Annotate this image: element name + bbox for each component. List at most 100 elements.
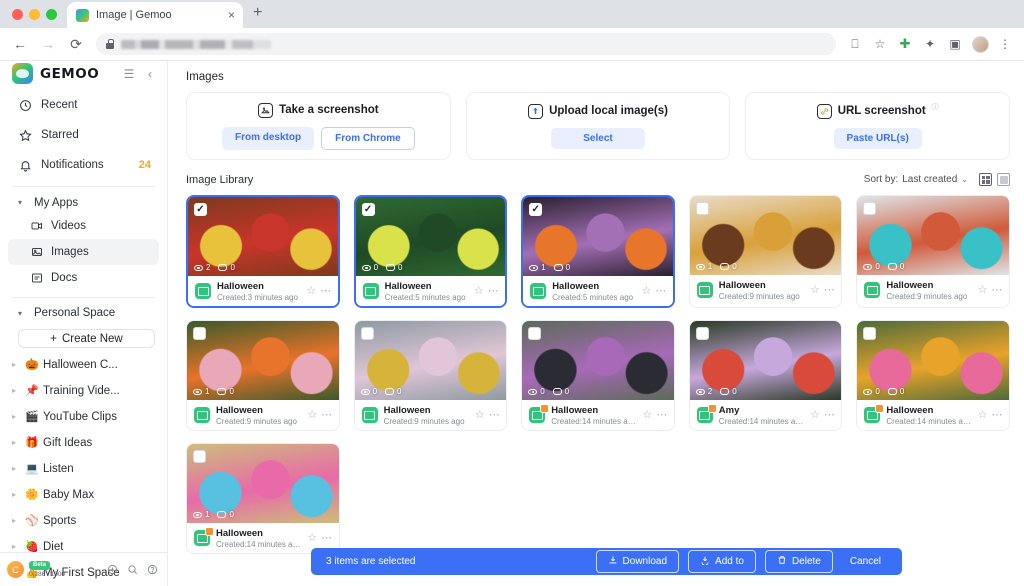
chrome-menu-icon[interactable]: ⋮: [994, 33, 1016, 55]
more-options-icon[interactable]: ⋯: [489, 409, 501, 421]
image-card[interactable]: 1 0 Halloween Created:9 minutes ago ☆ ⋯: [688, 195, 843, 308]
close-window-button[interactable]: [12, 9, 23, 20]
image-card[interactable]: 0 0 Halloween Created:14 minutes ago ☆ ⋯: [521, 320, 675, 431]
image-card[interactable]: 1 0 Halloween Created:9 minutes ago ☆ ⋯: [186, 320, 340, 431]
card-checkbox[interactable]: [529, 203, 543, 216]
chevron-right-icon[interactable]: ▸: [12, 412, 20, 421]
new-tab-button[interactable]: +: [243, 4, 272, 28]
section-personal-space[interactable]: ▾ Personal Space: [0, 303, 167, 323]
from-desktop-button[interactable]: From desktop: [221, 126, 315, 150]
image-card[interactable]: 0 0 Halloween Created:14 minutes ago ☆ ⋯: [856, 320, 1010, 431]
card-checkbox[interactable]: [361, 203, 375, 216]
select-button[interactable]: Select: [551, 127, 645, 149]
add-to-button[interactable]: Add to: [688, 550, 756, 573]
help-icon[interactable]: [145, 562, 160, 577]
from-chrome-button[interactable]: From Chrome: [321, 126, 415, 150]
side-panel-icon[interactable]: ▣: [944, 33, 966, 55]
more-options-icon[interactable]: ⋯: [321, 409, 333, 421]
download-icon[interactable]: [105, 562, 120, 577]
star-icon[interactable]: ☆: [307, 409, 317, 421]
card-thumbnail[interactable]: 0 0: [522, 321, 674, 400]
section-my-apps[interactable]: ▾ My Apps: [0, 193, 167, 213]
collapse-sidebar-icon[interactable]: ‹: [143, 67, 157, 81]
card-thumbnail[interactable]: 1 0: [187, 444, 339, 523]
grid-view-icon[interactable]: [979, 173, 992, 186]
cancel-button[interactable]: Cancel: [842, 552, 889, 571]
chevron-right-icon[interactable]: ▸: [12, 542, 20, 551]
card-checkbox[interactable]: [193, 327, 206, 340]
star-icon[interactable]: ☆: [474, 285, 484, 297]
card-thumbnail[interactable]: 0 0: [355, 197, 506, 276]
download-button[interactable]: Download: [595, 550, 680, 573]
more-options-icon[interactable]: ⋯: [655, 285, 667, 297]
card-checkbox[interactable]: [695, 202, 709, 215]
sidebar-item-images[interactable]: Images: [8, 238, 159, 265]
sort-by-dropdown[interactable]: Sort by: Last created ⌄: [864, 174, 968, 185]
sidebar-item-starred[interactable]: Starred: [8, 120, 159, 150]
space-item-gift-ideas[interactable]: ▸ 🎁 Gift Ideas: [0, 430, 167, 456]
image-card[interactable]: 0 0 Halloween Created:5 minutes ago ☆ ⋯: [353, 195, 508, 308]
install-app-icon[interactable]: ⎕: [844, 33, 866, 55]
image-card[interactable]: 1 0 Halloween Created:14 minutes ago ☆ ⋯: [186, 443, 340, 554]
reload-icon[interactable]: ⟳: [64, 32, 88, 56]
more-options-icon[interactable]: ⋯: [656, 409, 668, 421]
address-bar[interactable]: [96, 33, 836, 55]
card-checkbox[interactable]: [695, 327, 709, 340]
chevron-right-icon[interactable]: ▸: [12, 360, 20, 369]
chevron-right-icon[interactable]: ▸: [12, 516, 20, 525]
more-options-icon[interactable]: ⋯: [992, 284, 1004, 296]
space-item-halloween[interactable]: ▸ 🎃 Halloween C...: [0, 352, 167, 378]
close-icon[interactable]: ×: [228, 9, 235, 21]
more-options-icon[interactable]: ⋯: [320, 285, 332, 297]
more-options-icon[interactable]: ⋯: [321, 532, 333, 544]
chevron-right-icon[interactable]: ▸: [12, 386, 20, 395]
profile-avatar-icon[interactable]: [969, 33, 991, 55]
image-card[interactable]: 2 0 Amy Created:14 minutes ago ☆ ⋯: [688, 320, 843, 431]
sidebar-item-docs[interactable]: Docs: [8, 265, 159, 291]
image-card[interactable]: 0 0 Halloween Created:9 minutes ago ☆ ⋯: [856, 195, 1010, 308]
card-thumbnail[interactable]: 1 0: [523, 197, 673, 276]
search-icon[interactable]: [125, 562, 140, 577]
star-icon[interactable]: ☆: [978, 284, 988, 296]
card-thumbnail[interactable]: 0 0: [857, 196, 1009, 275]
space-item-sports[interactable]: ▸ ⚾ Sports: [0, 508, 167, 534]
more-options-icon[interactable]: ⋯: [488, 285, 500, 297]
chevron-right-icon[interactable]: ▸: [12, 464, 20, 473]
card-thumbnail[interactable]: 1 0: [187, 321, 339, 400]
extensions-puzzle-icon[interactable]: ✦: [919, 33, 941, 55]
extension-green-icon[interactable]: ✚: [894, 33, 916, 55]
space-item-listen[interactable]: ▸ 💻 Listen: [0, 456, 167, 482]
sidebar-item-notifications[interactable]: Notifications 24: [8, 150, 159, 180]
star-icon[interactable]: ☆: [306, 285, 316, 297]
maximize-window-button[interactable]: [46, 9, 57, 20]
card-checkbox[interactable]: [360, 327, 374, 340]
hamburger-menu-icon[interactable]: ☰: [122, 67, 136, 81]
card-checkbox[interactable]: [193, 450, 206, 463]
card-thumbnail[interactable]: 2 0: [188, 197, 338, 276]
star-icon[interactable]: ☆: [475, 409, 485, 421]
list-view-icon[interactable]: [997, 173, 1010, 186]
sidebar-item-videos[interactable]: Videos: [8, 213, 159, 239]
card-thumbnail[interactable]: 1 0: [689, 196, 842, 275]
space-item-youtube-clips[interactable]: ▸ 🎬 YouTube Clips: [0, 404, 167, 430]
minimize-window-button[interactable]: [29, 9, 40, 20]
more-options-icon[interactable]: ⋯: [824, 409, 836, 421]
image-card[interactable]: 1 0 Halloween Created:5 minutes ago ☆ ⋯: [521, 195, 675, 308]
card-checkbox[interactable]: [528, 327, 542, 340]
avatar[interactable]: C: [7, 561, 24, 578]
space-item-baby-max[interactable]: ▸ 🌼 Baby Max: [0, 482, 167, 508]
paste-urls-button[interactable]: Paste URL(s): [833, 127, 922, 149]
star-icon[interactable]: ☆: [978, 409, 988, 421]
chevron-right-icon[interactable]: ▸: [12, 490, 20, 499]
card-checkbox[interactable]: [194, 203, 207, 216]
star-icon[interactable]: ☆: [810, 284, 820, 296]
star-icon[interactable]: ☆: [810, 409, 820, 421]
delete-button[interactable]: Delete: [764, 550, 833, 573]
card-thumbnail[interactable]: 0 0: [354, 321, 507, 400]
sidebar-item-recent[interactable]: Recent: [8, 90, 159, 120]
card-thumbnail[interactable]: 0 0: [857, 321, 1009, 400]
card-thumbnail[interactable]: 2 0: [689, 321, 842, 400]
space-item-training-videos[interactable]: ▸ 📌 Training Vide...: [0, 378, 167, 404]
image-card[interactable]: 0 0 Halloween Created:9 minutes ago ☆ ⋯: [353, 320, 508, 431]
chevron-right-icon[interactable]: ▸: [12, 438, 20, 447]
